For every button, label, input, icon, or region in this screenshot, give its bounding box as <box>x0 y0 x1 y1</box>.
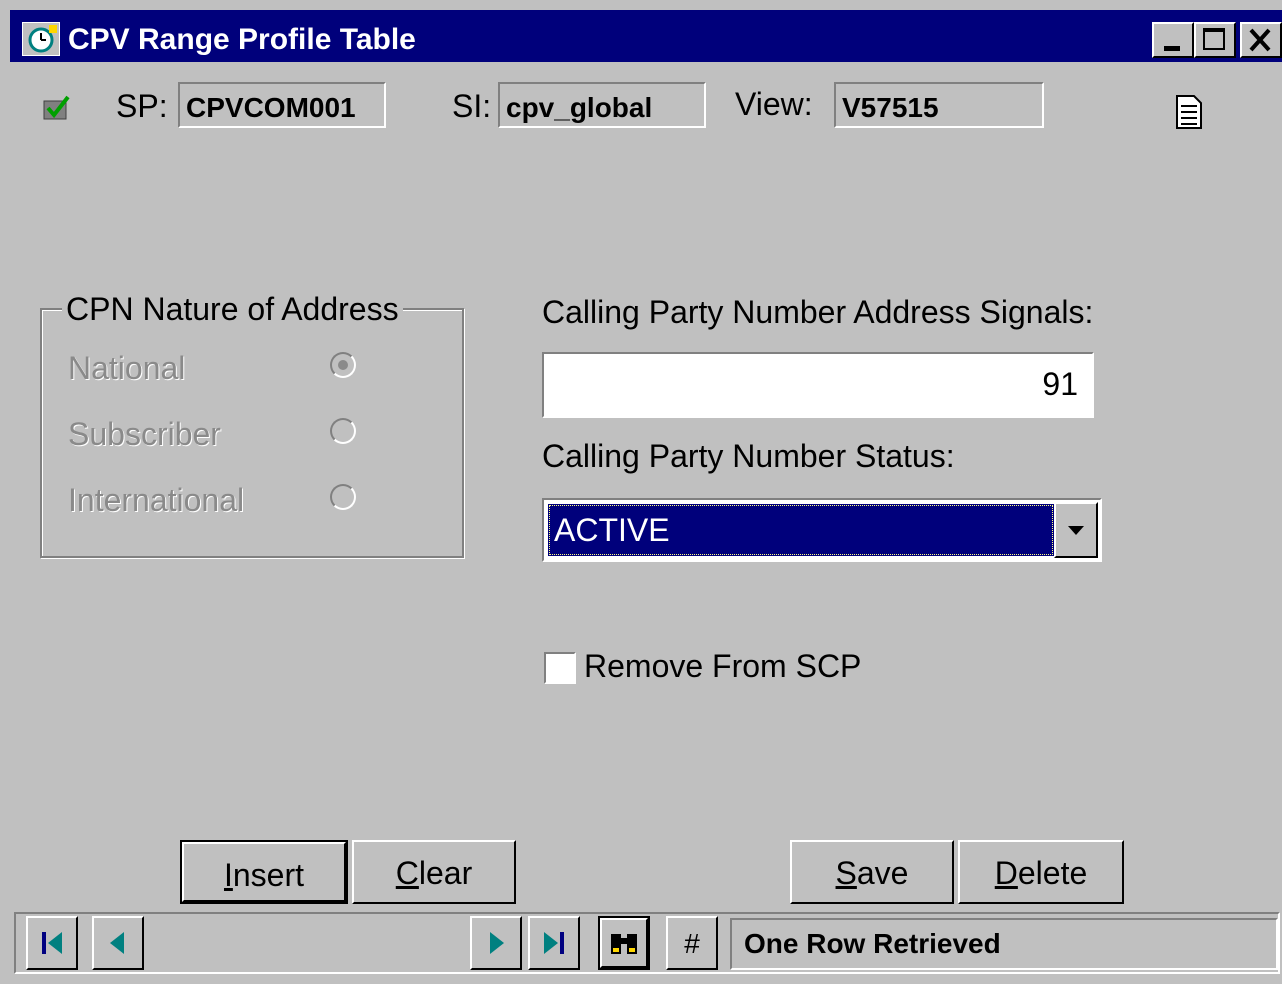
save-button[interactable]: Save <box>790 840 954 904</box>
clear-accel: C <box>395 855 419 891</box>
status-label: Calling Party Number Status: <box>542 438 955 474</box>
address-signals-input[interactable]: 91 <box>542 352 1094 418</box>
insert-label: nsert <box>232 857 305 893</box>
status-text-box: One Row Retrieved <box>730 918 1278 970</box>
delete-button[interactable]: Delete <box>958 840 1124 904</box>
find-button[interactable] <box>598 916 650 970</box>
view-field[interactable]: V57515 <box>834 82 1044 128</box>
radio-label-international: International <box>68 482 245 518</box>
save-accel: S <box>835 855 857 891</box>
window-title: CPV Range Profile Table <box>68 23 416 56</box>
remove-from-scp-label: Remove From SCP <box>584 648 862 684</box>
previous-record-icon <box>110 932 124 954</box>
previous-record-button[interactable] <box>92 916 144 970</box>
sp-field[interactable]: CPVCOM001 <box>178 82 386 128</box>
maximize-button[interactable] <box>1194 22 1236 58</box>
status-dropdown[interactable]: ACTIVE <box>542 498 1102 562</box>
status-check-icon <box>42 93 70 121</box>
minimize-button[interactable] <box>1152 22 1194 58</box>
next-record-button[interactable] <box>470 916 522 970</box>
binoculars-icon <box>611 934 637 954</box>
notes-icon[interactable] <box>1174 94 1204 130</box>
view-label: View: <box>735 86 813 122</box>
delete-accel: D <box>994 855 1018 891</box>
nature-of-address-title: CPN Nature of Address <box>62 291 403 328</box>
insert-button[interactable]: Insert <box>180 840 348 904</box>
sp-label: SP: <box>116 88 168 124</box>
address-signals-label: Calling Party Number Address Signals: <box>542 294 1094 330</box>
first-record-icon <box>42 932 62 954</box>
address-signals-value: 91 <box>1042 366 1078 402</box>
clear-button[interactable]: Clear <box>352 840 516 904</box>
radio-international[interactable] <box>330 484 356 510</box>
remove-from-scp-checkbox[interactable] <box>544 652 576 684</box>
status-message: One Row Retrieved <box>744 928 1001 959</box>
clear-label: lear <box>418 855 473 891</box>
dropdown-arrow-button[interactable] <box>1054 502 1098 558</box>
app-clock-icon[interactable] <box>22 22 60 56</box>
radio-subscriber[interactable] <box>330 418 356 444</box>
application-window: CPV Range Profile Table SP: CPVCOM001 SI… <box>0 0 1282 984</box>
si-field[interactable]: cpv_global <box>498 82 706 128</box>
save-label: ave <box>856 855 909 891</box>
si-label: SI: <box>452 88 492 124</box>
radio-label-national: National <box>68 350 186 386</box>
first-record-button[interactable] <box>26 916 78 970</box>
status-selected-value: ACTIVE <box>554 512 670 548</box>
chevron-down-icon <box>1068 526 1084 535</box>
next-record-icon <box>490 932 504 954</box>
delete-label: elete <box>1017 855 1088 891</box>
last-record-icon <box>544 932 564 954</box>
record-number-button[interactable]: # <box>666 916 718 970</box>
close-button[interactable] <box>1240 22 1282 58</box>
radio-label-subscriber: Subscriber <box>68 416 221 452</box>
title-bar[interactable]: CPV Range Profile Table <box>10 10 1282 62</box>
last-record-button[interactable] <box>528 916 580 970</box>
insert-accel: I <box>223 857 233 893</box>
radio-national[interactable] <box>330 352 356 378</box>
